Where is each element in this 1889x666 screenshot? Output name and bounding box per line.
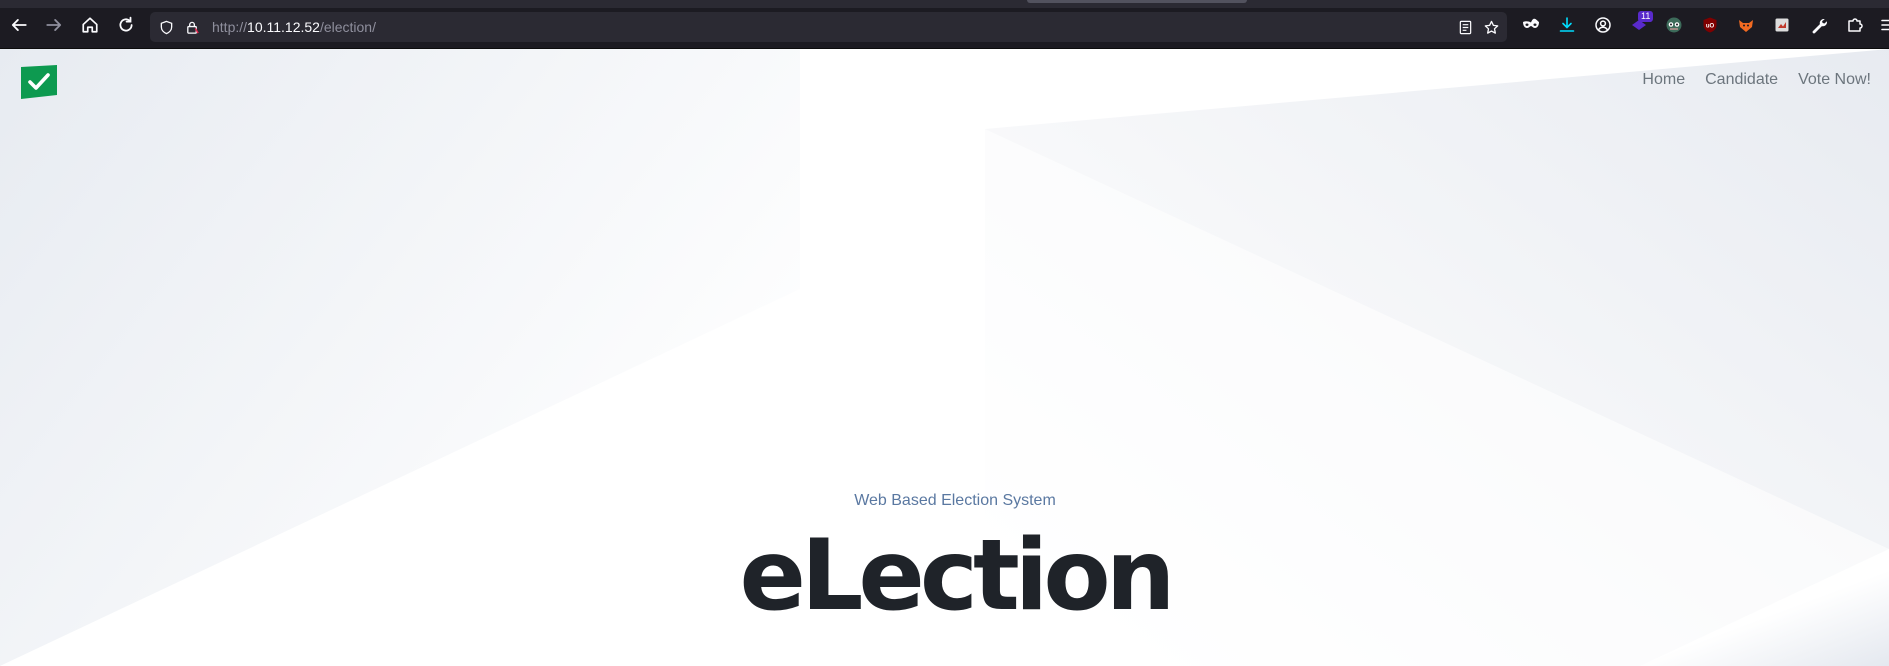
hero-subtitle: Web Based Election System — [854, 492, 1056, 509]
url-bar[interactable]: http://10.11.12.52/election/ — [150, 12, 1507, 42]
nav-link-candidate[interactable]: Candidate — [1695, 71, 1788, 89]
private-mask-icon[interactable] — [1521, 15, 1541, 35]
extensions-puzzle-icon[interactable] — [1845, 15, 1865, 35]
hero-title: eLection — [739, 519, 1175, 633]
nav-link-home[interactable]: Home — [1632, 71, 1695, 89]
url-text[interactable]: http://10.11.12.52/election/ — [212, 19, 376, 35]
wrench-icon[interactable] — [1809, 15, 1829, 35]
svg-text:uO: uO — [1706, 24, 1715, 30]
top-navigation: Home Candidate Vote Now! — [1632, 71, 1881, 89]
back-icon[interactable] — [8, 14, 30, 36]
url-path: /election/ — [319, 19, 376, 35]
reload-icon[interactable] — [115, 14, 137, 36]
ublock-icon[interactable]: uO — [1700, 15, 1720, 35]
forward-icon[interactable] — [43, 14, 65, 36]
tab-strip — [0, 0, 1889, 8]
extension-badge: 11 — [1638, 11, 1654, 22]
page-viewport: Home Candidate Vote Now! Web Based Elect… — [0, 49, 1889, 666]
lock-icon[interactable] — [184, 19, 200, 35]
active-tab-indicator[interactable] — [1027, 0, 1247, 3]
screenshot-extension-icon[interactable] — [1772, 15, 1792, 35]
star-icon[interactable] — [1483, 19, 1499, 35]
fox-extension-icon[interactable] — [1736, 15, 1756, 35]
nav-link-vote-now[interactable]: Vote Now! — [1788, 71, 1881, 89]
reader-view-icon[interactable] — [1457, 19, 1473, 35]
url-host: 10.11.12.52 — [247, 19, 320, 35]
extension-badge-icon[interactable]: 11 — [1629, 11, 1654, 35]
shield-icon[interactable] — [158, 19, 174, 35]
url-scheme: http:// — [212, 19, 248, 35]
account-icon[interactable] — [1593, 15, 1613, 35]
download-icon[interactable] — [1557, 15, 1577, 35]
glasses-icon[interactable] — [1664, 15, 1684, 35]
home-icon[interactable] — [79, 14, 101, 36]
browser-toolbar: http://10.11.12.52/election/ 11 uO — [0, 0, 1889, 49]
election-logo[interactable] — [21, 65, 57, 99]
menu-icon[interactable] — [1878, 15, 1889, 35]
